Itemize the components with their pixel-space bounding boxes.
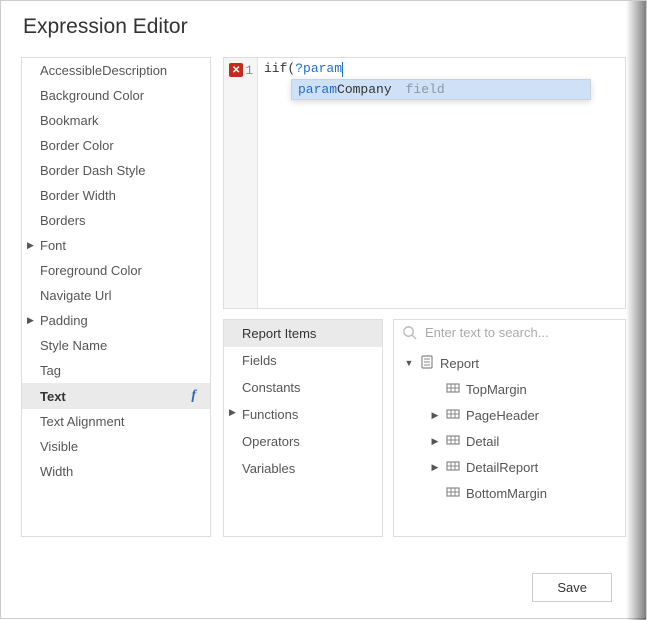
property-item[interactable]: Background Color <box>22 83 210 108</box>
property-item[interactable]: Navigate Url <box>22 283 210 308</box>
property-label: Bookmark <box>40 113 99 128</box>
tree-node-label: BottomMargin <box>466 486 547 501</box>
autocomplete-match: param <box>298 82 337 97</box>
autocomplete-type: field <box>406 82 445 97</box>
tree-node-label: PageHeader <box>466 408 539 423</box>
tree-node[interactable]: BottomMargin <box>394 480 625 506</box>
bottom-row: Report ItemsFieldsConstantsFunctionsOper… <box>223 319 626 537</box>
tree-node-label: Report <box>440 356 479 371</box>
save-button[interactable]: Save <box>532 573 612 602</box>
error-icon: ✕ <box>229 63 243 77</box>
property-label: Width <box>40 464 73 479</box>
search-icon <box>402 325 417 340</box>
category-item[interactable]: Operators <box>224 428 382 455</box>
code-token-fn: iif <box>264 61 287 76</box>
property-item[interactable]: AccessibleDescription <box>22 58 210 83</box>
category-item[interactable]: Fields <box>224 347 382 374</box>
property-item[interactable]: Text Alignment <box>22 409 210 434</box>
tree-node-label: DetailReport <box>466 460 538 475</box>
property-item[interactable]: Bookmark <box>22 108 210 133</box>
property-label: Text Alignment <box>40 414 125 429</box>
chevron-icon[interactable]: ▶ <box>430 410 440 421</box>
property-label: Padding <box>40 313 88 328</box>
property-item[interactable]: Text f <box>22 383 210 409</box>
chevron-icon[interactable]: ▼ <box>404 358 414 368</box>
fx-icon: f <box>191 388 202 404</box>
items-tree-panel: ▼ Report TopMargin ▶ PageHeader ▶ Detail ▶ Detai… <box>393 319 626 537</box>
right-column: ✕ 1 iif(?param paramCompany field Report <box>223 57 626 537</box>
code-token-qmark: ? <box>295 61 303 76</box>
tree-node[interactable]: ▶ PageHeader <box>394 402 625 428</box>
autocomplete-popup[interactable]: paramCompany field <box>291 79 591 100</box>
property-label: Border Dash Style <box>40 163 146 178</box>
property-label: Border Color <box>40 138 114 153</box>
categories-list[interactable]: Report ItemsFieldsConstantsFunctionsOper… <box>223 319 383 537</box>
property-label: Tag <box>40 363 61 378</box>
property-item[interactable]: Tag <box>22 358 210 383</box>
tree-node[interactable]: ▼ Report <box>394 350 625 376</box>
band-icon <box>446 407 460 424</box>
category-item[interactable]: Variables <box>224 455 382 482</box>
property-item[interactable]: Visible <box>22 434 210 459</box>
property-item[interactable]: Style Name <box>22 333 210 358</box>
text-caret <box>342 62 343 77</box>
property-item[interactable]: Foreground Color <box>22 258 210 283</box>
code-body[interactable]: iif(?param paramCompany field <box>258 58 625 308</box>
property-item[interactable]: Width <box>22 459 210 484</box>
property-label: Border Width <box>40 188 116 203</box>
code-gutter: ✕ 1 <box>224 58 258 308</box>
line-number: 1 <box>245 63 253 78</box>
search-input[interactable] <box>425 325 617 340</box>
chevron-icon[interactable]: ▶ <box>430 436 440 447</box>
property-label: Style Name <box>40 338 107 353</box>
category-item[interactable]: Report Items <box>224 320 382 347</box>
property-label: Font <box>40 238 66 253</box>
band-icon <box>446 433 460 450</box>
category-item[interactable]: Functions <box>224 401 382 428</box>
band-icon <box>446 485 460 502</box>
tree-node[interactable]: ▶ DetailReport <box>394 454 625 480</box>
property-label: Visible <box>40 439 78 454</box>
band-icon <box>446 381 460 398</box>
property-label: Text <box>40 389 66 404</box>
tree-body[interactable]: ▼ Report TopMargin ▶ PageHeader ▶ Detail ▶ Detai… <box>394 346 625 510</box>
property-item[interactable]: Font <box>22 233 210 258</box>
dialog-content: AccessibleDescription Background Color Boo… <box>1 57 646 537</box>
tree-node[interactable]: TopMargin <box>394 376 625 402</box>
dialog-footer: Save <box>532 573 612 602</box>
property-label: AccessibleDescription <box>40 63 167 78</box>
search-row <box>394 320 625 346</box>
property-item[interactable]: Borders <box>22 208 210 233</box>
report-icon <box>420 355 434 372</box>
property-item[interactable]: Border Color <box>22 133 210 158</box>
chevron-icon[interactable]: ▶ <box>430 462 440 473</box>
band-icon <box>446 459 460 476</box>
category-item[interactable]: Constants <box>224 374 382 401</box>
property-label: Foreground Color <box>40 263 142 278</box>
code-token-typed: param <box>303 61 342 76</box>
property-label: Navigate Url <box>40 288 112 303</box>
tree-node[interactable]: ▶ Detail <box>394 428 625 454</box>
tree-node-label: Detail <box>466 434 499 449</box>
code-editor[interactable]: ✕ 1 iif(?param paramCompany field <box>223 57 626 309</box>
property-label: Borders <box>40 213 86 228</box>
expression-editor-dialog: Expression Editor AccessibleDescription B… <box>0 0 647 619</box>
property-label: Background Color <box>40 88 144 103</box>
property-item[interactable]: Padding <box>22 308 210 333</box>
property-item[interactable]: Border Dash Style <box>22 158 210 183</box>
property-item[interactable]: Border Width <box>22 183 210 208</box>
autocomplete-rest: Company <box>337 82 392 97</box>
tree-node-label: TopMargin <box>466 382 527 397</box>
properties-list[interactable]: AccessibleDescription Background Color Boo… <box>21 57 211 537</box>
autocomplete-item[interactable]: paramCompany field <box>292 80 590 99</box>
dialog-title: Expression Editor <box>1 1 646 57</box>
